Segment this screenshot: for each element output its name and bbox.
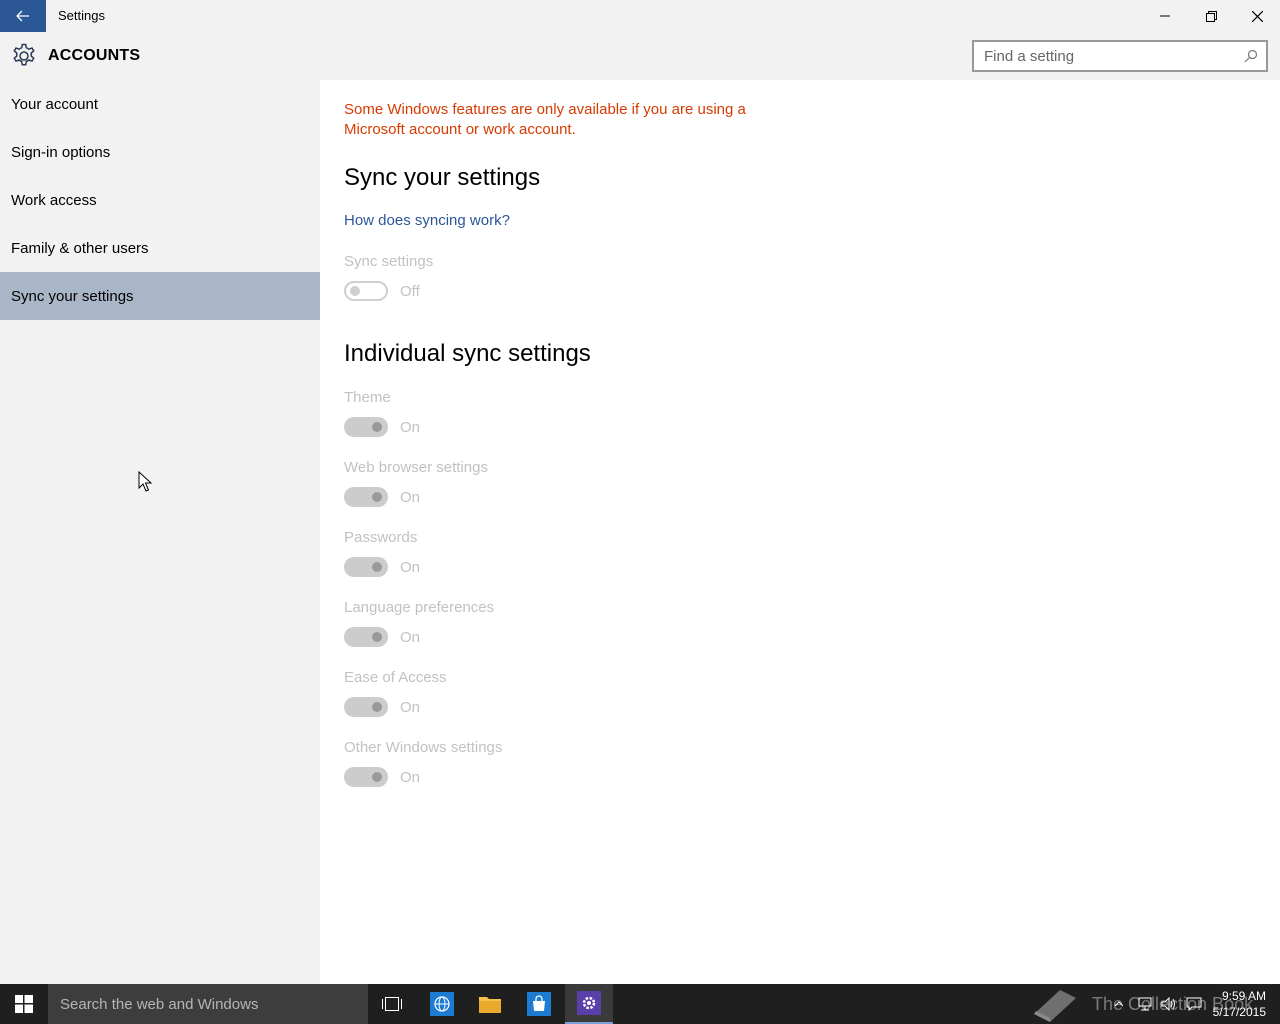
sidebar-item-work-access[interactable]: Work access	[0, 176, 320, 224]
sidebar-item-sync-your-settings[interactable]: Sync your settings	[0, 272, 320, 320]
account-warning: Some Windows features are only available…	[344, 100, 764, 140]
windows-logo-icon	[15, 995, 33, 1013]
web-browser-toggle-row: On	[344, 487, 420, 507]
language-preferences-toggle-row: On	[344, 627, 420, 647]
other-windows-settings-label: Other Windows settings	[344, 739, 503, 756]
passwords-toggle[interactable]	[344, 557, 388, 577]
action-center-button[interactable]	[1183, 984, 1205, 1024]
language-preferences-label: Language preferences	[344, 599, 495, 616]
ease-of-access-label: Ease of Access	[344, 669, 447, 686]
web-browser-settings-state: On	[400, 488, 421, 506]
clock-time: 9:59 AM	[1221, 989, 1266, 1003]
clock-date: 5/17/2015	[1212, 1005, 1266, 1019]
individual-sync-title: Individual sync settings	[344, 340, 591, 367]
start-button[interactable]	[0, 984, 48, 1024]
passwords-toggle-row: On	[344, 557, 420, 577]
chevron-up-icon	[1115, 1001, 1123, 1007]
ease-of-access-state: On	[400, 698, 421, 716]
store-bag-icon	[527, 992, 551, 1016]
sidebar-item-your-account[interactable]: Your account	[0, 80, 320, 128]
network-icon	[1138, 997, 1152, 1011]
back-button[interactable]	[0, 0, 46, 32]
taskbar-browser-app[interactable]	[418, 984, 466, 1024]
web-browser-settings-label: Web browser settings	[344, 459, 488, 476]
close-button[interactable]	[1234, 0, 1280, 32]
restore-button[interactable]	[1188, 0, 1234, 32]
sync-settings-label: Sync settings	[344, 253, 434, 270]
taskbar-search-box[interactable]: Search the web and Windows	[48, 984, 368, 1024]
task-view-button[interactable]	[368, 984, 416, 1024]
ease-of-access-toggle[interactable]	[344, 697, 388, 717]
sync-settings-state: Off	[400, 282, 420, 300]
main-content: Some Windows features are only available…	[320, 80, 1280, 984]
network-tray-button[interactable]	[1134, 984, 1156, 1024]
browser-globe-icon	[430, 992, 454, 1016]
folder-icon	[479, 997, 501, 1013]
taskbar: Search the web and Windows The Collectio…	[0, 984, 1280, 1024]
other-windows-settings-toggle[interactable]	[344, 767, 388, 787]
page-title: ACCOUNTS	[48, 47, 141, 64]
settings-gear-icon	[577, 991, 601, 1015]
action-center-icon	[1186, 997, 1202, 1011]
sync-settings-toggle[interactable]	[344, 281, 388, 301]
language-preferences-state: On	[400, 628, 421, 646]
theme-toggle-row: On	[344, 417, 420, 437]
restore-icon	[1205, 10, 1217, 22]
sync-section-title: Sync your settings	[344, 164, 541, 191]
sync-settings-toggle-row: Off	[344, 281, 420, 301]
passwords-label: Passwords	[344, 529, 418, 546]
warning-line-2: Microsoft account or work account.	[344, 121, 576, 138]
search-input[interactable]	[974, 42, 1224, 70]
search-icon[interactable]	[1244, 49, 1258, 63]
warning-line-1: Some Windows features are only available…	[344, 101, 746, 118]
theme-state: On	[400, 418, 421, 436]
theme-toggle[interactable]	[344, 417, 388, 437]
taskbar-file-explorer[interactable]	[466, 984, 514, 1024]
page-header: ACCOUNTS	[0, 32, 1280, 80]
language-preferences-toggle[interactable]	[344, 627, 388, 647]
sidebar-item-sign-in-options[interactable]: Sign-in options	[0, 128, 320, 176]
close-icon	[1251, 10, 1263, 22]
minimize-button[interactable]	[1142, 0, 1188, 32]
volume-tray-button[interactable]	[1158, 984, 1180, 1024]
window-title: Settings	[58, 8, 105, 23]
sidebar-item-family-other-users[interactable]: Family & other users	[0, 224, 320, 272]
passwords-state: On	[400, 558, 421, 576]
title-bar: Settings	[0, 0, 1280, 32]
task-view-icon	[382, 997, 402, 1011]
web-browser-settings-toggle[interactable]	[344, 487, 388, 507]
mouse-cursor-icon	[138, 471, 152, 492]
other-windows-settings-state: On	[400, 768, 421, 786]
sidebar: Your account Sign-in options Work access…	[0, 80, 320, 984]
theme-label: Theme	[344, 389, 391, 406]
taskbar-store-app[interactable]	[515, 984, 563, 1024]
show-hidden-icons-button[interactable]	[1110, 984, 1128, 1024]
ease-of-access-toggle-row: On	[344, 697, 420, 717]
taskbar-clock[interactable]: 9:59 AM 5/17/2015	[1213, 988, 1266, 1020]
book-icon	[1034, 990, 1076, 1022]
back-arrow-icon	[16, 10, 29, 22]
volume-icon	[1161, 997, 1175, 1011]
how-syncing-works-link[interactable]: How does syncing work?	[344, 212, 510, 229]
minimize-icon	[1160, 15, 1170, 17]
gear-icon	[13, 43, 35, 66]
search-box[interactable]	[972, 40, 1268, 72]
taskbar-settings-app[interactable]	[565, 984, 613, 1024]
other-windows-settings-toggle-row: On	[344, 767, 420, 787]
